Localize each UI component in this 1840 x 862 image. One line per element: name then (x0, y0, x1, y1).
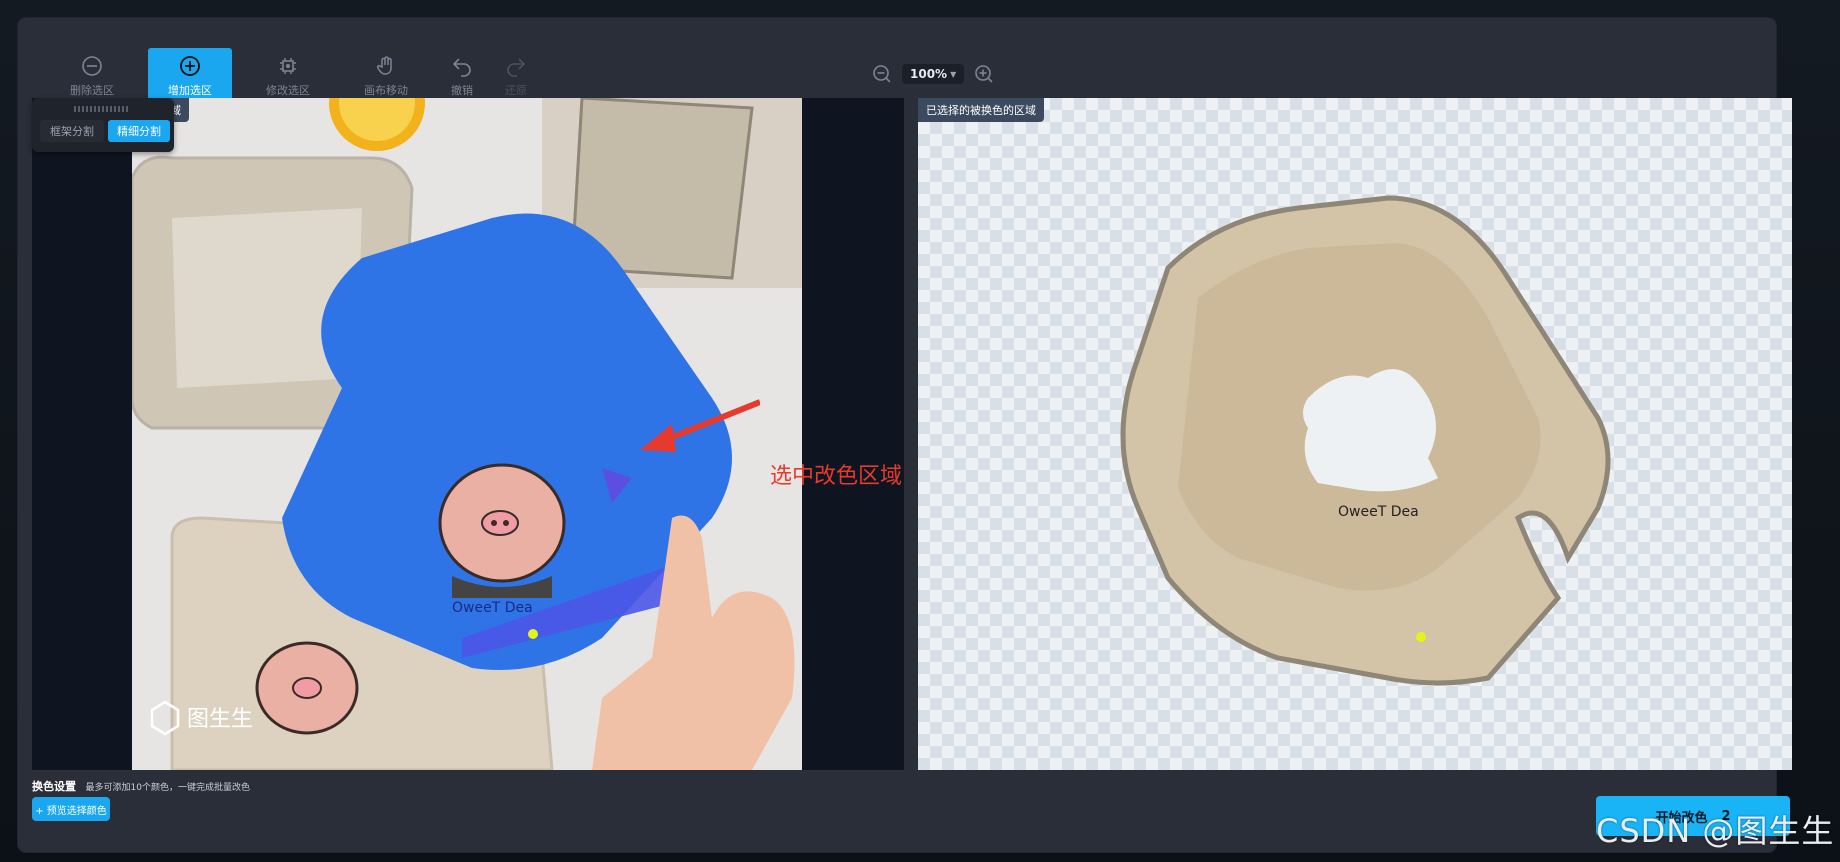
modify-selection-button[interactable]: 修改选区 (246, 48, 330, 104)
zoom-control: 100% ▼ (870, 62, 996, 86)
zoom-in-icon[interactable] (972, 62, 996, 86)
selected-region-image: OweeT Dea (1120, 195, 1611, 686)
zoom-value-text: 100% (910, 67, 948, 81)
undo-button[interactable]: 撤销 (442, 48, 482, 104)
brand-logo-text: 图生生 (187, 707, 253, 732)
delete-selection-label: 删除选区 (70, 84, 114, 97)
preview-color-button[interactable]: + 预览选择颜色 (32, 797, 110, 821)
minus-circle-icon (82, 56, 102, 76)
original-image-panel[interactable]: OweeT Dea 图生生 的区域 选中改色区域 (32, 98, 904, 770)
settings-subtitle: 最多可添加10个颜色，一键完成批量改色 (85, 783, 250, 793)
annotation-arrow (640, 399, 760, 452)
toolbar: 删除选区 增加选区 修改选区 画布移动 撤销 还原 (50, 48, 536, 104)
zoom-select[interactable]: 100% ▼ (902, 64, 965, 84)
add-selection-button[interactable]: 增加选区 (148, 48, 232, 104)
fine-segmentation-button[interactable]: 精细分割 (108, 120, 170, 142)
add-selection-label: 增加选区 (168, 84, 212, 97)
settings-title: 换色设置 (32, 780, 76, 793)
right-plate-text: OweeT Dea (1338, 504, 1419, 520)
chevron-down-icon: ▼ (950, 69, 957, 79)
hand-icon (376, 56, 392, 75)
redo-icon (507, 58, 526, 77)
redo-label: 还原 (505, 84, 527, 97)
popover-grip[interactable] (74, 106, 130, 112)
recolor-settings-title: 换色设置 最多可添加10个颜色，一键完成批量改色 (32, 778, 250, 794)
watermark-text: CSDN @图生生 (1596, 812, 1835, 850)
box-segmentation-button[interactable]: 框架分割 (40, 120, 104, 142)
modify-selection-label: 修改选区 (266, 84, 310, 97)
segmentation-popover: 框架分割 精细分割 (32, 98, 174, 152)
redo-button[interactable]: 还原 (496, 48, 536, 104)
zoom-out-icon[interactable] (870, 62, 894, 86)
canvas-move-label: 画布移动 (364, 84, 408, 97)
selection-annotation: 选中改色区域 (770, 464, 903, 489)
chip-icon (280, 58, 296, 74)
delete-selection-button[interactable]: 删除选区 (50, 48, 134, 104)
canvas-move-button[interactable]: 画布移动 (344, 48, 428, 104)
undo-label: 撤销 (451, 84, 473, 97)
plus-circle-icon (180, 56, 200, 76)
plate-text: OweeT Dea (452, 600, 533, 616)
selected-region-panel[interactable]: 已选择的被换色的区域 OweeT Dea (918, 98, 1792, 770)
undo-icon (452, 58, 471, 77)
